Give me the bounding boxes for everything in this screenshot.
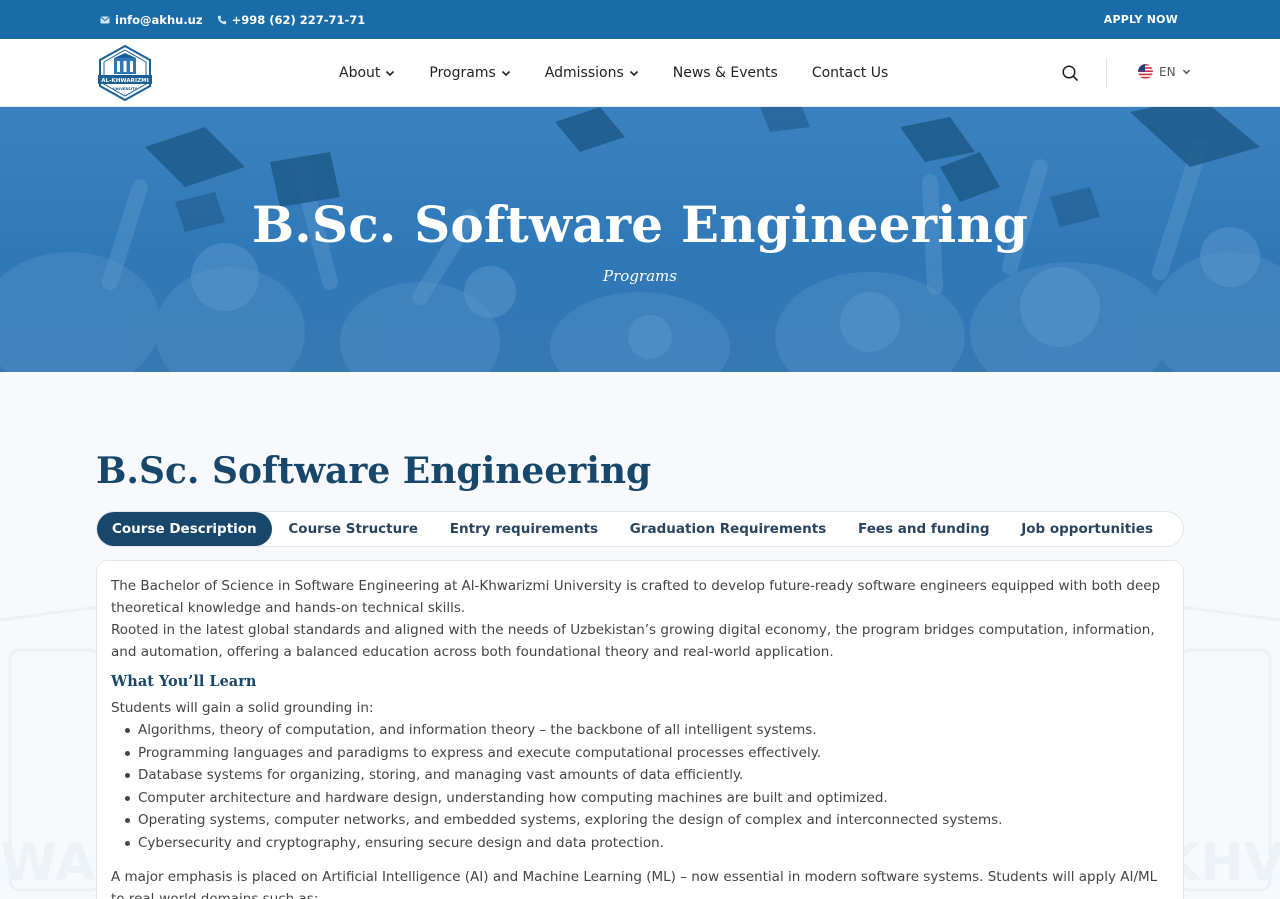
nav-label: About [339,65,381,81]
apply-now-link[interactable]: APPLY NOW [1104,13,1178,26]
section-heading: What You’ll Learn [111,673,257,690]
phone-text: +998 (62) 227-71-71 [231,12,366,27]
nav-item-contact-us[interactable]: Contact Us [812,65,888,81]
tab-graduation-requirements[interactable]: Graduation Requirements [615,521,842,537]
list-item: Computer architecture and hardware desig… [125,787,1169,810]
header-divider [1106,58,1107,88]
chevron-down-icon [629,70,638,77]
list-item: Operating systems, computer networks, an… [125,809,1169,832]
hero-banner: B.Sc. Software Engineering Programs [0,107,1280,372]
search-icon[interactable] [1061,64,1079,82]
tab-job-opportunities[interactable]: Job opportunities [1006,521,1168,537]
main-nav: About Programs Admissions News & Events … [339,39,922,107]
main-header: AL-KHWARIZMI UNIVERSITY About Programs A… [0,39,1280,107]
nav-item-news-events[interactable]: News & Events [673,65,778,81]
nav-label: Admissions [544,65,624,81]
list-item: Programming languages and paradigms to e… [125,742,1169,765]
chevron-down-icon [1182,69,1190,75]
tab-course-description[interactable]: Course Description [97,512,272,546]
email-text: info@akhu.uz [115,12,203,27]
language-code: EN [1159,64,1176,79]
ai-emphasis-paragraph: A major emphasis is placed on Artificial… [111,869,1158,899]
hero-breadcrumb[interactable]: Programs [0,267,1280,285]
nav-label: Programs [429,65,496,81]
tab-entry-requirements[interactable]: Entry requirements [435,521,613,537]
phone-icon [217,15,226,24]
hero-title: B.Sc. Software Engineering [251,195,1029,254]
nav-item-about[interactable]: About [339,65,395,81]
intro-paragraph: Rooted in the latest global standards an… [111,622,1155,660]
program-tabs: Course Description Course Structure Entr… [96,511,1184,547]
nav-label: News & Events [672,65,778,81]
intro-paragraph: The Bachelor of Science in Software Engi… [111,578,1161,616]
chevron-down-icon [386,70,395,77]
chevron-down-icon [501,70,510,77]
tab-course-structure[interactable]: Course Structure [273,521,433,537]
list-item: Cybersecurity and cryptography, ensuring… [125,832,1169,855]
list-item: Algorithms, theory of computation, and i… [125,719,1169,742]
page-title: B.Sc. Software Engineering [96,450,652,492]
university-logo[interactable]: AL-KHWARIZMI UNIVERSITY [96,44,154,102]
nav-item-admissions[interactable]: Admissions [545,65,639,81]
tab-fees-and-funding[interactable]: Fees and funding [843,521,1004,537]
email-link[interactable]: info@akhu.uz [100,13,203,27]
nav-item-programs[interactable]: Programs [429,65,510,81]
contact-info: info@akhu.uz +998 (62) 227-71-71 [100,13,365,27]
top-bar: info@akhu.uz +998 (62) 227-71-71 APPLY N… [0,0,1280,39]
learning-list: Algorithms, theory of computation, and i… [125,719,1169,855]
course-description-panel: The Bachelor of Science in Software Engi… [96,560,1184,899]
phone-link[interactable]: +998 (62) 227-71-71 [217,12,366,27]
mail-icon [100,16,110,23]
section-lead: Students will gain a solid grounding in: [111,700,374,716]
language-selector[interactable]: EN [1138,64,1191,79]
logo-sub: UNIVERSITY [113,87,138,91]
us-flag-icon [1138,64,1153,79]
nav-label: Contact Us [811,65,889,81]
logo-name: AL-KHWARIZMI [101,78,149,84]
list-item: Database systems for organizing, storing… [125,764,1169,787]
